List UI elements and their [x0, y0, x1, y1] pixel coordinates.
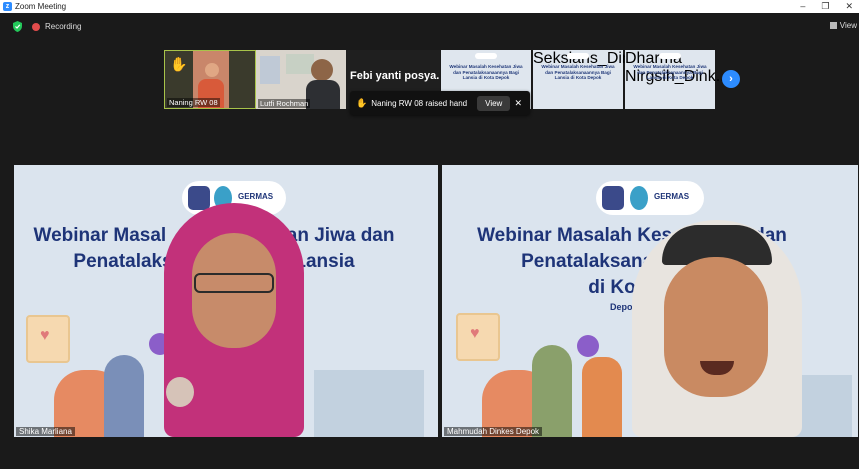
- participant-tile-naning[interactable]: ✋ Naning RW 08: [164, 50, 256, 109]
- health-logo-icon: [630, 186, 648, 210]
- elderly-illustration: [314, 370, 424, 437]
- depok-logo-icon: [188, 186, 210, 210]
- slide-thumb-title: Webinar Masalah Kesehatan Jiwa dan Penat…: [541, 64, 615, 80]
- bottom-bar: [0, 437, 859, 469]
- heart-hands-illustration: ♥: [456, 313, 500, 361]
- recording-label: Recording: [45, 22, 82, 31]
- participant-video: [286, 54, 314, 74]
- encryption-shield-icon[interactable]: [13, 21, 22, 32]
- slide-title-part: di Ko: [588, 277, 636, 298]
- notification-close-button[interactable]: ✕: [514, 98, 522, 109]
- slide-logo-bar: GERMAS: [596, 181, 704, 215]
- heart-hands-illustration: ♥: [26, 315, 70, 363]
- elderly-illustration: [104, 355, 144, 437]
- germas-logo: GERMAS: [654, 192, 690, 201]
- heart-icon: ♥: [40, 327, 50, 344]
- slide-logos: [567, 53, 589, 59]
- notification-view-button[interactable]: View: [477, 95, 511, 111]
- zoom-logo-icon: z: [3, 2, 12, 11]
- raised-hand-icon: ✋: [170, 56, 188, 72]
- slide-logos: [659, 53, 681, 59]
- minimize-button[interactable]: –: [800, 1, 805, 12]
- elderly-illustration: [532, 345, 572, 437]
- elderly-illustration: [577, 335, 599, 357]
- brooch-icon: [166, 377, 194, 407]
- slide-title-part: an Jiwa dan: [286, 225, 395, 246]
- participant-tile-lutfi[interactable]: Lutfi Rochman: [256, 50, 346, 109]
- slide-thumb-title: Webinar Masalah Kesehatan Jiwa dan Penat…: [633, 64, 707, 80]
- participant-name: Mahmudah Dinkes Depok: [444, 427, 543, 436]
- participant-video: [306, 80, 340, 109]
- participant-name-overlay: Febi yanti posya...: [350, 70, 440, 82]
- germas-logo: GERMAS: [238, 192, 274, 201]
- view-button[interactable]: View: [829, 21, 857, 30]
- participant-name: Lutfi Rochman: [258, 99, 311, 108]
- notification-text: Naning RW 08 raised hand: [371, 98, 468, 108]
- participant-video: [311, 59, 333, 81]
- next-page-button[interactable]: ›: [722, 70, 740, 88]
- grid-view-icon: [829, 22, 837, 29]
- presenter-face: [664, 257, 768, 397]
- slide-title-part: Webinar Masalah Kes: [477, 225, 673, 246]
- heart-icon: ♥: [470, 325, 480, 342]
- window-titlebar: z Zoom Meeting – ❐ ✕: [0, 0, 859, 13]
- participant-name: Shika Marliana: [16, 427, 75, 436]
- participant-tile-slide-3[interactable]: Webinar Masalah Kesehatan Jiwa dan Penat…: [625, 50, 729, 109]
- participant-video: [205, 63, 219, 77]
- main-video-left[interactable]: GERMAS Webinar Masal an Jiwa dan Penatal…: [14, 165, 438, 437]
- maximize-button[interactable]: ❐: [821, 1, 829, 12]
- view-label: View: [839, 21, 857, 30]
- close-window-button[interactable]: ✕: [845, 1, 853, 12]
- participant-name: Naning RW 08: [167, 98, 220, 107]
- slide-thumb-title: Webinar Masalah Kesehatan Jiwa dan Penat…: [449, 64, 523, 80]
- meeting-topbar: Recording View: [0, 13, 859, 41]
- window-title: Zoom Meeting: [15, 2, 67, 11]
- depok-logo-icon: [602, 186, 624, 210]
- participant-video: [260, 56, 280, 84]
- window-controls: – ❐ ✕: [800, 1, 859, 12]
- participant-tile-slide-2[interactable]: Webinar Masalah Kesehatan Jiwa dan Penat…: [533, 50, 656, 109]
- raised-hand-notification: ✋ Naning RW 08 raised hand View ✕: [350, 91, 530, 115]
- recording-icon: [32, 23, 40, 31]
- glasses-icon: [194, 273, 274, 293]
- slide-title-line: Webinar Masalah Kes Jiwa dan: [442, 223, 840, 248]
- raised-hand-icon: ✋: [356, 97, 368, 108]
- slide-logos: [475, 53, 497, 59]
- slide-title-part: Webinar Masal: [33, 225, 167, 246]
- elderly-illustration: [582, 357, 622, 437]
- main-video-right[interactable]: GERMAS Webinar Masalah Kes Jiwa dan Pena…: [442, 165, 858, 437]
